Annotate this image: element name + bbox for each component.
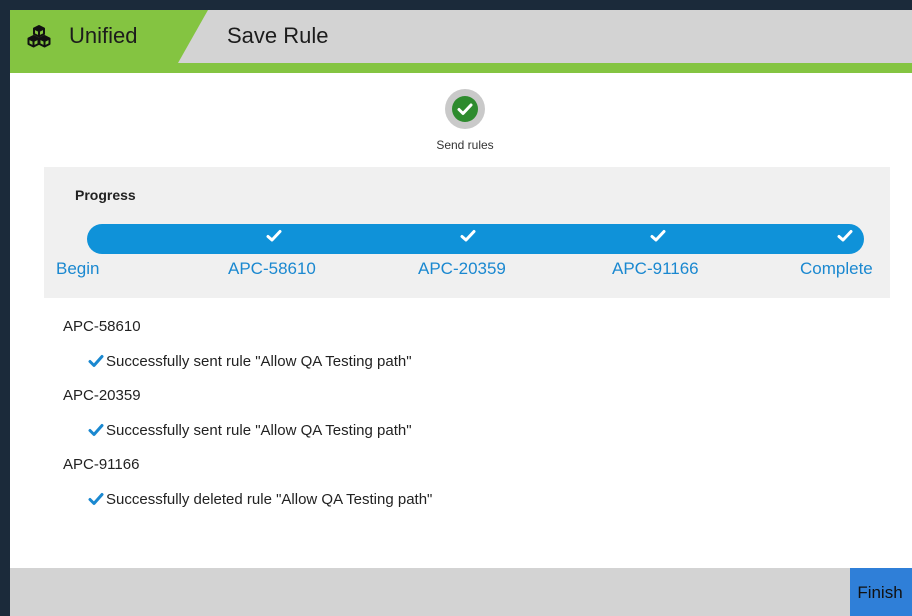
step-indicator xyxy=(445,89,485,129)
stage-check-icon xyxy=(837,230,853,242)
progress-title: Progress xyxy=(75,187,136,203)
title-bar: Unified Save Rule xyxy=(10,10,912,63)
cubes-icon xyxy=(27,25,51,48)
progress-panel: Progress Begin APC-58610 APC-20359 APC-9… xyxy=(44,167,890,298)
finish-button[interactable]: Finish xyxy=(850,568,912,616)
result-device: APC-91166 xyxy=(63,456,140,473)
step-label: Send rules xyxy=(436,138,494,152)
stage-check-icon xyxy=(650,230,666,242)
header-accent-strip xyxy=(10,63,912,73)
save-rule-dialog: Unified Save Rule Send rules Progress Be… xyxy=(10,10,912,616)
stage-label-apc-58610: APC-58610 xyxy=(228,259,316,278)
stage-check-icon xyxy=(266,230,282,242)
result-message: Successfully sent rule "Allow QA Testing… xyxy=(88,353,412,370)
result-message-text: Successfully sent rule "Allow QA Testing… xyxy=(106,353,412,370)
dialog-footer: Finish xyxy=(10,568,912,616)
dialog-title: Save Rule xyxy=(227,23,329,48)
result-device: APC-58610 xyxy=(63,318,141,335)
result-message-text: Successfully sent rule "Allow QA Testing… xyxy=(106,422,412,439)
result-message: Successfully sent rule "Allow QA Testing… xyxy=(88,422,412,439)
check-circle-icon xyxy=(452,96,478,122)
stage-check-icon xyxy=(460,230,476,242)
brand-arrow xyxy=(178,10,208,63)
success-check-icon xyxy=(88,424,104,436)
stage-label-begin: Begin xyxy=(56,259,100,278)
result-message: Successfully deleted rule "Allow QA Test… xyxy=(88,491,432,508)
brand-tab: Unified xyxy=(10,10,178,63)
result-device: APC-20359 xyxy=(63,387,141,404)
progress-bar xyxy=(87,224,864,254)
success-check-icon xyxy=(88,493,104,505)
stage-label-apc-20359: APC-20359 xyxy=(418,259,506,278)
success-check-icon xyxy=(88,355,104,367)
brand-label: Unified xyxy=(69,23,138,48)
stage-label-complete: Complete xyxy=(800,259,873,278)
result-message-text: Successfully deleted rule "Allow QA Test… xyxy=(106,491,433,508)
stage-label-apc-91166: APC-91166 xyxy=(612,259,699,278)
